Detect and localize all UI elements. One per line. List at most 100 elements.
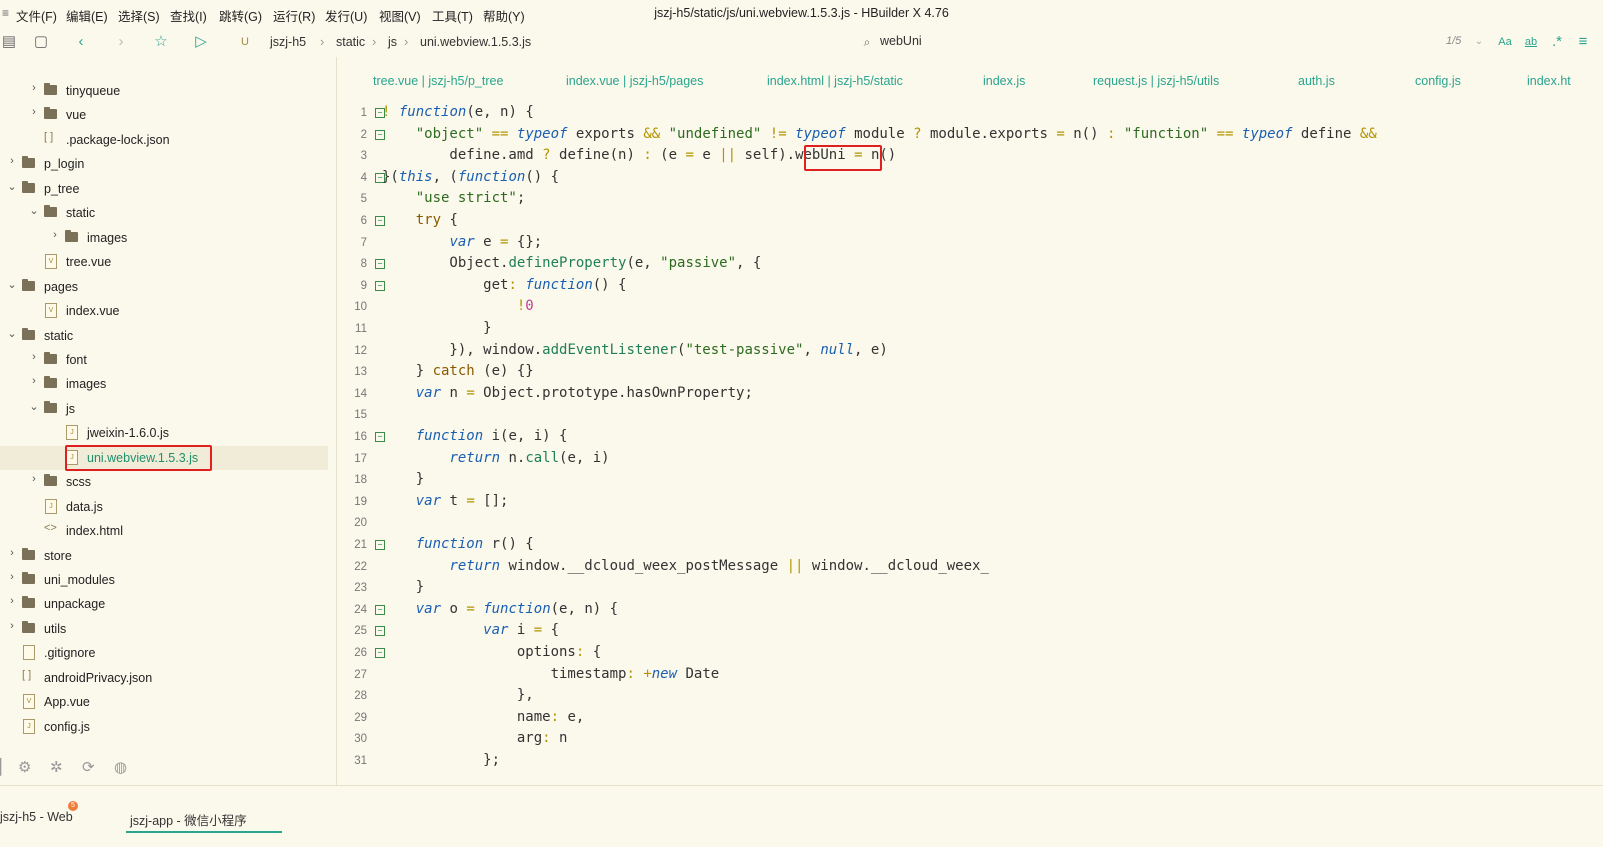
tree-item-tree-vue[interactable]: Vtree.vue <box>0 250 328 274</box>
chevron-right-icon[interactable]: › <box>6 155 18 167</box>
breadcrumb-js[interactable]: js <box>388 35 397 49</box>
chevron-right-icon[interactable]: › <box>28 82 40 94</box>
regex-icon[interactable]: .* <box>1548 33 1566 51</box>
code-line[interactable]: 31 }; <box>337 751 1603 773</box>
run-icon[interactable]: ▷ <box>192 33 210 51</box>
code-line[interactable]: 3 define.amd ? define(n) : (e = e || sel… <box>337 146 1603 168</box>
code-line[interactable]: 8− Object.defineProperty(e, "passive", { <box>337 254 1603 276</box>
chevron-down-icon[interactable]: ⌄ <box>28 400 40 413</box>
breadcrumb-static[interactable]: static <box>336 35 365 49</box>
chevron-right-icon[interactable]: › <box>6 547 18 559</box>
tree-item-pages[interactable]: ⌄ pages <box>0 275 328 299</box>
tree-item-images[interactable]: › images <box>0 372 328 396</box>
forward-icon[interactable]: › <box>112 33 130 51</box>
star-icon[interactable]: ☆ <box>152 33 170 51</box>
code-line[interactable]: 10 !0 <box>337 297 1603 319</box>
code-editor[interactable]: 1−! function(e, n) {2− "object" == typeo… <box>337 103 1603 785</box>
code-line[interactable]: 1−! function(e, n) { <box>337 103 1603 125</box>
code-line[interactable]: 28 }, <box>337 686 1603 708</box>
tab-index-html[interactable]: index.html | jszj-h5/static <box>767 74 903 88</box>
code-line[interactable]: 12 }), window.addEventListener("test-pas… <box>337 341 1603 363</box>
panel-toggle-icon[interactable]: ▏ <box>0 758 12 776</box>
tree-item-package-lock-json[interactable]: [ ] .package-lock.json <box>0 128 328 152</box>
tab-index-js[interactable]: index.js <box>983 74 1025 88</box>
tree-item-unpackage[interactable]: › unpackage <box>0 592 328 616</box>
code-line[interactable]: 29 name: e, <box>337 708 1603 730</box>
code-line[interactable]: 22 return window.__dcloud_weex_postMessa… <box>337 557 1603 579</box>
breadcrumb-file[interactable]: uni.webview.1.5.3.js <box>420 35 531 49</box>
code-line[interactable]: 20 <box>337 513 1603 535</box>
chevron-right-icon[interactable]: › <box>6 571 18 583</box>
menu-lines-icon[interactable]: ≡ <box>1574 33 1592 51</box>
code-line[interactable]: 5 "use strict"; <box>337 189 1603 211</box>
tree-item-images[interactable]: › images <box>0 226 328 250</box>
tree-item-vue[interactable]: › vue <box>0 103 328 127</box>
code-line[interactable]: 11 } <box>337 319 1603 341</box>
chevron-right-icon[interactable]: › <box>28 375 40 387</box>
tree-item-uni-webview-1-5-3-js[interactable]: Juni.webview.1.5.3.js <box>0 444 328 471</box>
chevron-down-icon[interactable]: ⌄ <box>1470 33 1488 51</box>
code-line[interactable]: 25− var i = { <box>337 621 1603 643</box>
code-line[interactable]: 16− function i(e, i) { <box>337 427 1603 449</box>
chevron-right-icon[interactable]: › <box>49 229 61 241</box>
tree-item-config-js[interactable]: Jconfig.js <box>0 715 328 739</box>
code-line[interactable]: 23 } <box>337 578 1603 600</box>
tab-config-js[interactable]: config.js <box>1415 74 1461 88</box>
tab-request-js[interactable]: request.js | jszj-h5/utils <box>1093 74 1219 88</box>
tree-item-utils[interactable]: › utils <box>0 617 328 641</box>
globe-icon[interactable]: ◍ <box>114 758 127 776</box>
code-line[interactable]: 7 var e = {}; <box>337 233 1603 255</box>
bug-icon[interactable]: ✲ <box>50 758 63 776</box>
tree-item-p-tree[interactable]: ⌄ p_tree <box>0 177 328 201</box>
tree-item-js[interactable]: ⌄ js <box>0 397 328 421</box>
match-case-icon[interactable]: Aa <box>1496 33 1514 51</box>
bike-icon[interactable]: ⚙ <box>18 758 31 776</box>
code-line[interactable]: 6− try { <box>337 211 1603 233</box>
back-icon[interactable]: ‹ <box>72 33 90 51</box>
tree-item-static[interactable]: ⌄ static <box>0 324 328 348</box>
search-input[interactable]: webUni <box>880 34 922 48</box>
tree-item-tinyqueue[interactable]: › tinyqueue <box>0 79 328 103</box>
code-line[interactable]: 14 var n = Object.prototype.hasOwnProper… <box>337 384 1603 406</box>
code-line[interactable]: 24− var o = function(e, n) { <box>337 600 1603 622</box>
tab-index-vue[interactable]: index.vue | jszj-h5/pages <box>566 74 703 88</box>
code-line[interactable]: 18 } <box>337 470 1603 492</box>
tree-item-store[interactable]: › store <box>0 544 328 568</box>
code-line[interactable]: 4−}(this, (function() { <box>337 168 1603 190</box>
code-line[interactable]: 15 <box>337 405 1603 427</box>
tree-item-static[interactable]: ⌄ static <box>0 201 328 225</box>
bottom-tab-miniprogram[interactable]: jszj-app - 微信小程序 <box>130 810 247 829</box>
chevron-down-icon[interactable]: ⌄ <box>6 327 18 340</box>
save-icon[interactable]: ▢ <box>32 33 50 51</box>
tree-item-androidprivacy-json[interactable]: [ ] androidPrivacy.json <box>0 666 328 690</box>
code-line[interactable]: 13 } catch (e) {} <box>337 362 1603 384</box>
tree-item-font[interactable]: › font <box>0 348 328 372</box>
tab-auth-js[interactable]: auth.js <box>1298 74 1335 88</box>
chevron-down-icon[interactable]: ⌄ <box>28 204 40 217</box>
chevron-down-icon[interactable]: ⌄ <box>6 278 18 291</box>
chevron-down-icon[interactable]: ⌄ <box>6 180 18 193</box>
code-line[interactable]: 9− get: function() { <box>337 276 1603 298</box>
tab-index-ht[interactable]: index.ht <box>1527 74 1571 88</box>
tree-item-app-vue[interactable]: V App.vue <box>0 690 328 714</box>
tree-item-gitignore[interactable]: .gitignore <box>0 641 328 665</box>
tab-tree-vue[interactable]: tree.vue | jszj-h5/p_tree <box>373 74 503 88</box>
bottom-tab-web[interactable]: jszj-h5 - Web <box>0 810 73 824</box>
code-line[interactable]: 17 return n.call(e, i) <box>337 449 1603 471</box>
chevron-right-icon[interactable]: › <box>28 351 40 363</box>
tree-item-p-login[interactable]: › p_login <box>0 152 328 176</box>
chevron-right-icon[interactable]: › <box>6 595 18 607</box>
code-line[interactable]: 30 arg: n <box>337 729 1603 751</box>
code-line[interactable]: 21− function r() { <box>337 535 1603 557</box>
breadcrumb-project[interactable]: jszj-h5 <box>270 35 306 49</box>
refresh-icon[interactable]: ⟳ <box>82 758 95 776</box>
code-line[interactable]: 19 var t = []; <box>337 492 1603 514</box>
chevron-right-icon[interactable]: › <box>28 106 40 118</box>
tree-item-uni-modules[interactable]: › uni_modules <box>0 568 328 592</box>
tree-item-scss[interactable]: › scss <box>0 470 328 494</box>
tree-item-data-js[interactable]: Jdata.js <box>0 495 328 519</box>
tree-item-jweixin-1-6-0-js[interactable]: Jjweixin-1.6.0.js <box>0 421 328 445</box>
code-line[interactable]: 27 timestamp: +new Date <box>337 665 1603 687</box>
code-line[interactable]: 2− "object" == typeof exports && "undefi… <box>337 125 1603 147</box>
tree-item-index-vue[interactable]: Vindex.vue <box>0 299 328 323</box>
